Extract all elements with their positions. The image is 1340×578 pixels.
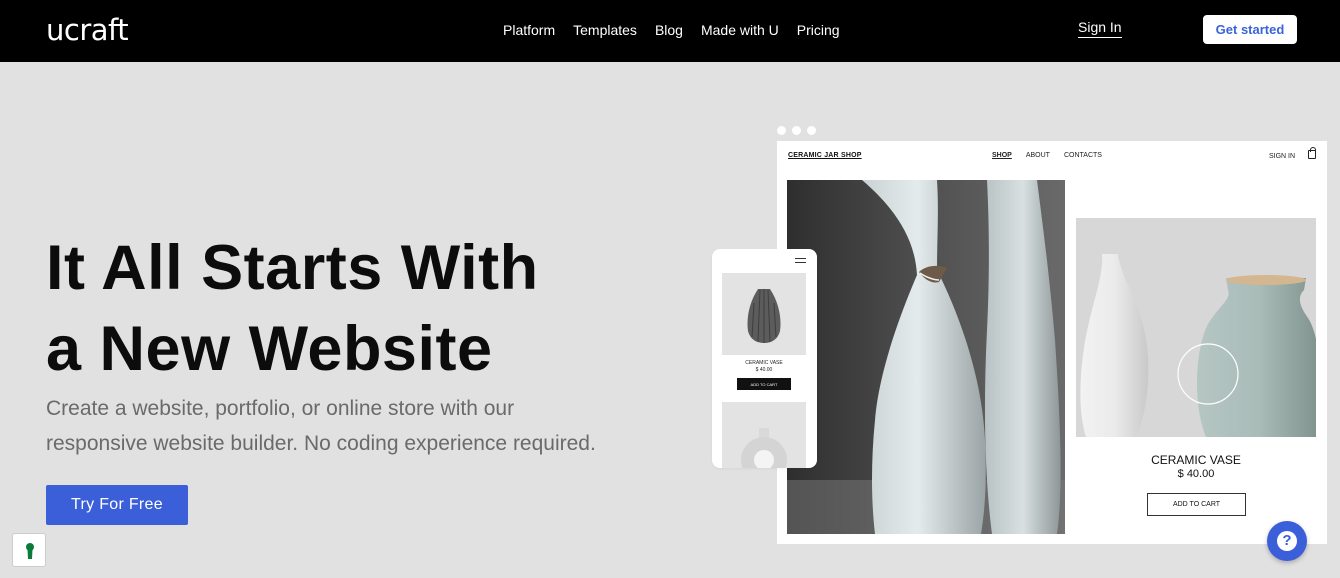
phone-add-to-cart-button: ADD TO CART [737,378,791,390]
window-dot [792,126,801,135]
preview-nav-shop: SHOP [992,152,1012,159]
get-started-button[interactable]: Get started [1203,15,1297,44]
preview-nav-about: ABOUT [1025,152,1050,159]
window-dot [777,126,786,135]
hero-title-line-2: a New Website [46,314,493,384]
preview-nav-contacts: CONTACTS [1063,152,1102,159]
nav-platform[interactable]: Platform [503,22,555,38]
faceted-vase-illustration [747,289,781,343]
ring-vase-illustration [741,428,787,468]
shopping-bag-icon [1308,147,1316,159]
preview-add-to-cart-button: ADD TO CART [1147,493,1246,516]
cookie-consent-badge[interactable] [12,533,46,567]
browser-window-dots [777,126,816,135]
try-for-free-button[interactable]: Try For Free [46,485,188,525]
desktop-site-preview: CERAMIC JAR SHOP SHOP ABOUT CONTACTS SIG… [777,141,1327,544]
help-chat-button[interactable]: ? [1267,521,1307,561]
question-icon: ? [1277,531,1297,551]
hero-subtitle-line-1: Create a website, portfolio, or online s… [46,397,515,420]
nav-made-with-u[interactable]: Made with U [701,22,779,38]
sign-in-link[interactable]: Sign In [1078,19,1122,38]
hero-subtitle-line-2: responsive website builder. No coding ex… [46,432,596,455]
phone-ring-vase-photo [722,402,806,468]
preview-product-price: $ 40.00 [1177,468,1215,480]
phone-product-name: CERAMIC VASE [745,360,783,366]
preview-sign-in: SIGN IN [1269,153,1296,160]
bottles-illustration [787,180,1065,534]
keyhole-icon [26,543,34,559]
ceramic-bottles-photo [787,180,1065,534]
mobile-site-preview: CERAMIC VASE $ 40.00 ADD TO CART [712,249,817,468]
main-nav: Platform Templates Blog Made with U Pric… [503,22,840,38]
hamburger-menu-icon [795,258,806,263]
hero-title: It All Starts With a New Website [46,228,666,390]
preview-shop-name: CERAMIC JAR SHOP [788,152,862,159]
vases-illustration [1076,218,1316,437]
top-navigation-bar: ucraft Platform Templates Blog Made with… [0,0,1340,62]
preview-nav: SHOP ABOUT CONTACTS [992,152,1102,159]
window-dot [807,126,816,135]
hero-title-line-1: It All Starts With [46,233,539,303]
vases-photo [1076,218,1316,437]
nav-blog[interactable]: Blog [655,22,683,38]
phone-product-price: $ 40.00 [755,367,773,373]
nav-templates[interactable]: Templates [573,22,637,38]
ucraft-logo[interactable]: ucraft [46,13,129,47]
phone-vase-photo [722,273,806,355]
nav-pricing[interactable]: Pricing [797,22,840,38]
hero-subtitle: Create a website, portfolio, or online s… [46,391,646,461]
preview-product-name: CERAMIC VASE [1151,453,1241,467]
